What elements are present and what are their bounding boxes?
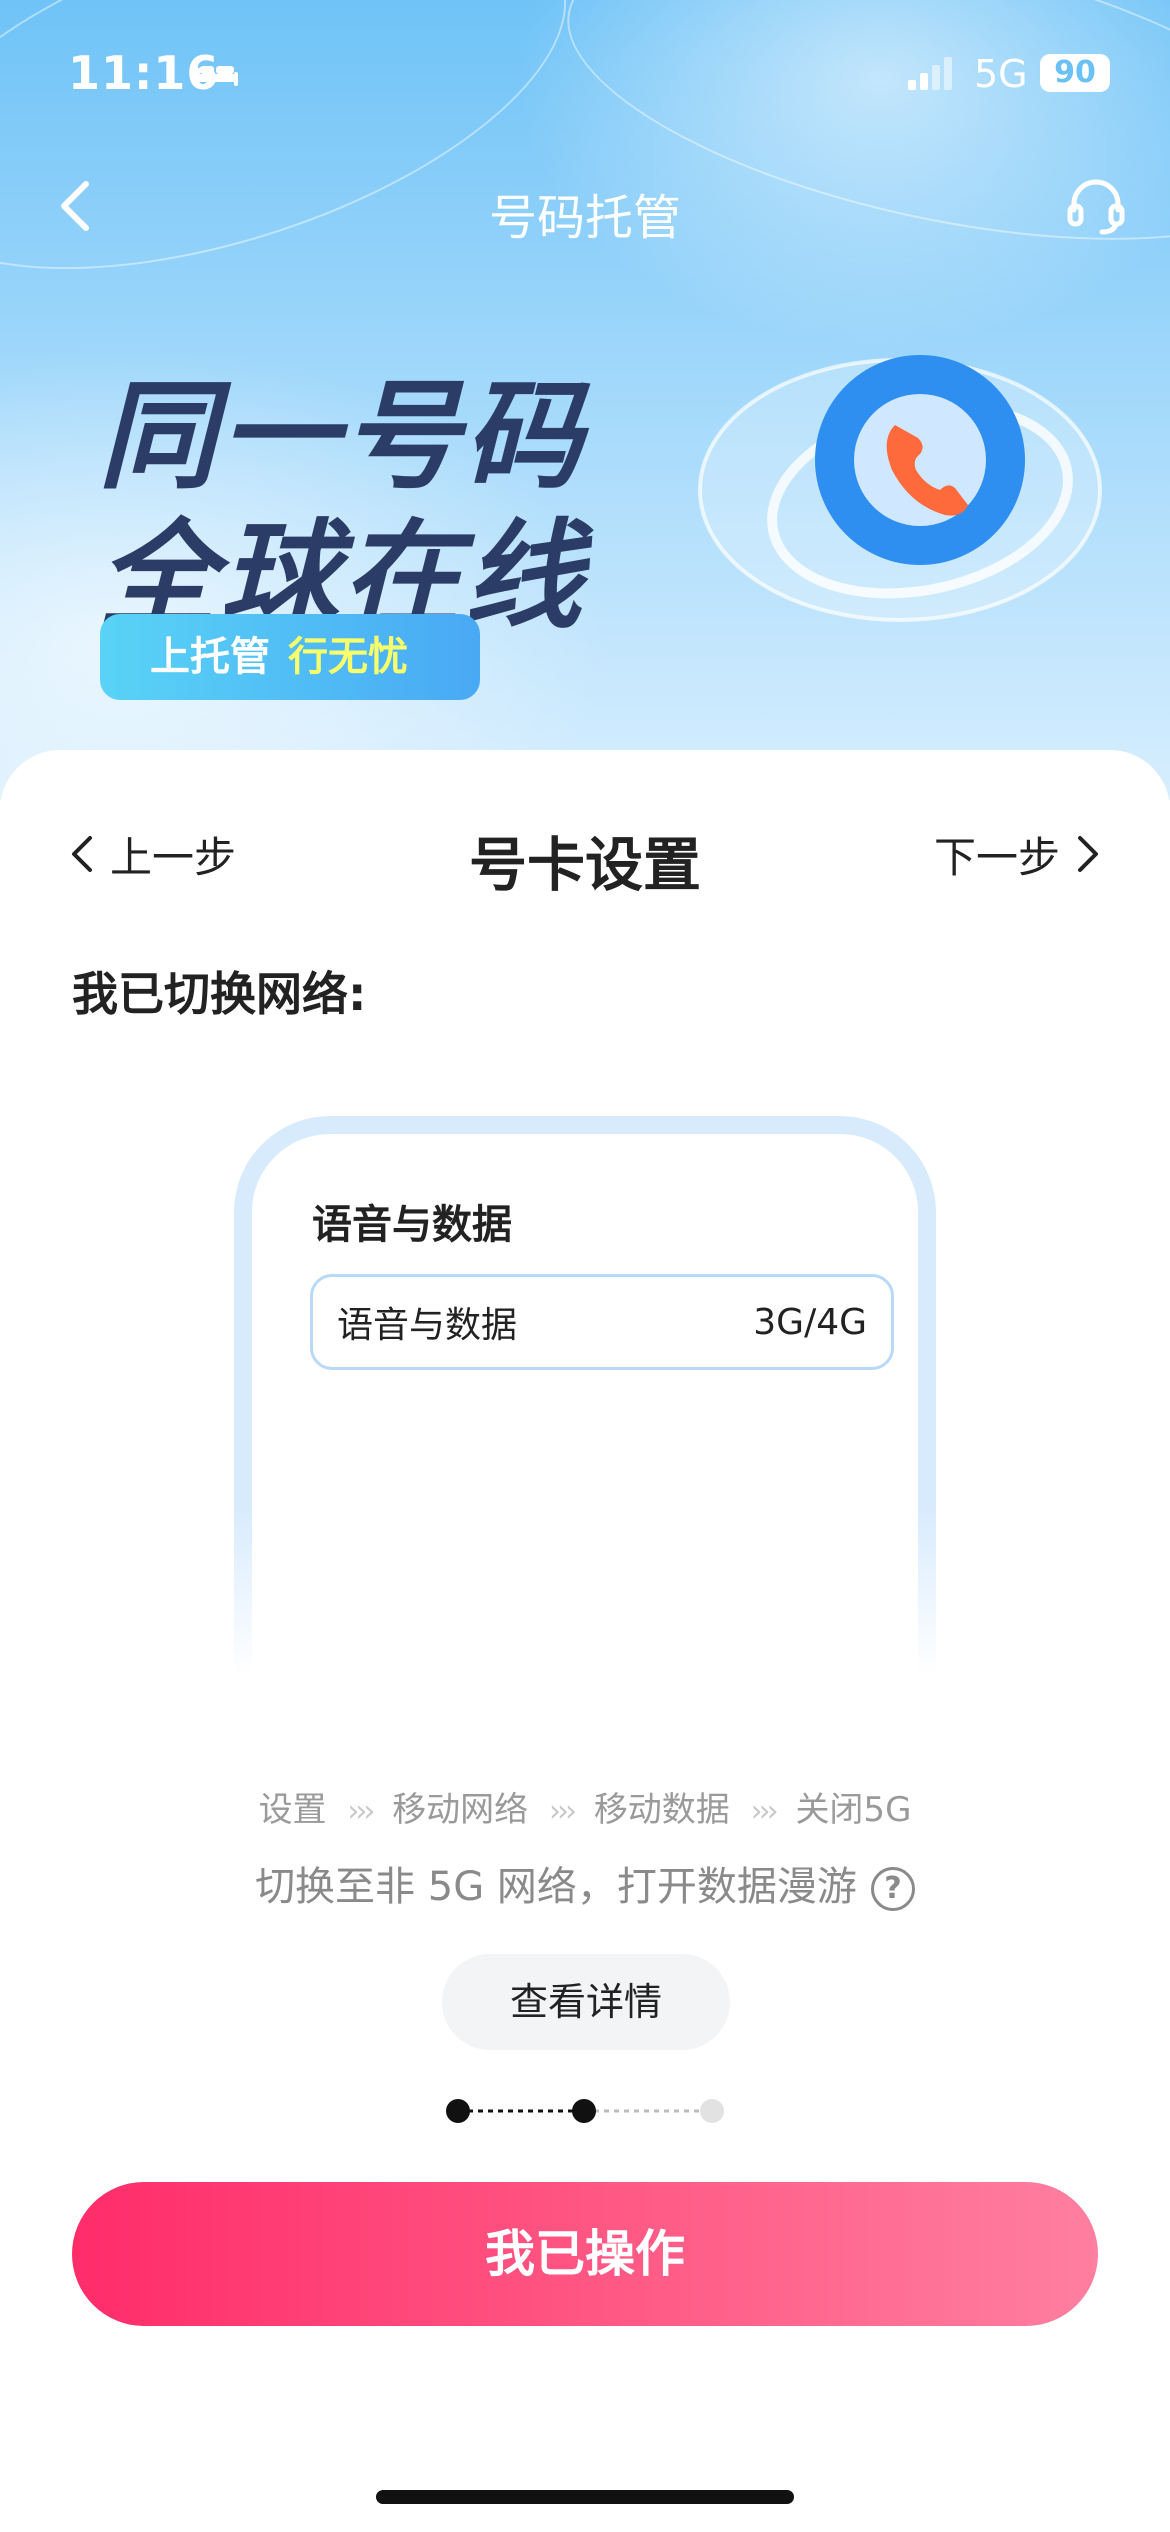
mockup-header: 语音与数据: [312, 1202, 512, 1248]
next-step-label: 下一步: [933, 832, 1060, 882]
path-separator: ›››: [347, 1794, 375, 1829]
header-banner: 11:16 5G 90 号码托管 同一号码 全球在线 上托管 行无忧: [0, 0, 1170, 800]
mockup-row-value: 3G/4G: [753, 1301, 867, 1343]
progress-dot: [446, 2099, 470, 2123]
chevron-right-icon: [1078, 836, 1098, 872]
hero-tag-accent: 行无忧: [288, 634, 408, 680]
instruction-text: 切换至非 5G 网络，打开数据漫游?: [0, 1854, 1170, 1912]
view-details-button[interactable]: 查看详情: [442, 1954, 730, 2050]
step-progress: [446, 2099, 724, 2123]
hero-tag: 上托管 行无忧: [100, 614, 480, 700]
instruction-label: 切换至非 5G 网络，打开数据漫游: [255, 1864, 857, 1910]
setup-card: 上一步 号卡设置 下一步 我已切换网络: 语音与数据 语音与数据 3G/4G 设…: [0, 750, 1170, 2532]
path-step: 移动数据: [593, 1790, 730, 1830]
path-separator: ›››: [750, 1794, 779, 1829]
progress-dot: [700, 2099, 724, 2123]
confirm-operated-button[interactable]: 我已操作: [72, 2182, 1098, 2326]
path-step: 设置: [258, 1790, 327, 1830]
status-bar: 11:16 5G 90: [0, 0, 1170, 150]
nav-bar: 号码托管: [0, 160, 1170, 250]
headset-icon[interactable]: [1064, 174, 1128, 238]
help-icon[interactable]: ?: [870, 1867, 915, 1911]
mockup-row-label: 语音与数据: [337, 1305, 518, 1346]
path-step: 关闭5G: [795, 1790, 912, 1830]
network-type: 5G: [974, 52, 1028, 96]
mockup-setting-row: 语音与数据 3G/4G: [310, 1274, 894, 1370]
settings-path: 设置 ››› 移动网络 ››› 移动数据 ››› 关闭5G: [0, 1782, 1170, 1831]
progress-dot: [572, 2099, 596, 2123]
section-label: 我已切换网络:: [72, 967, 367, 1021]
settings-mockup: 语音与数据 语音与数据 3G/4G: [234, 1116, 936, 1676]
page-title: 号码托管: [488, 190, 681, 246]
battery-indicator: 90: [1040, 54, 1110, 92]
hero-tag-main: 上托管: [150, 634, 270, 680]
next-step-button[interactable]: 下一步: [934, 826, 1102, 882]
bed-icon: [194, 62, 238, 86]
signal-icon: [908, 57, 952, 90]
phone-illustration: [698, 355, 1102, 622]
home-indicator: [376, 2490, 794, 2504]
path-step: 移动网络: [392, 1790, 529, 1830]
step-nav: 上一步 号卡设置 下一步: [0, 810, 1170, 899]
path-separator: ›››: [549, 1794, 577, 1829]
